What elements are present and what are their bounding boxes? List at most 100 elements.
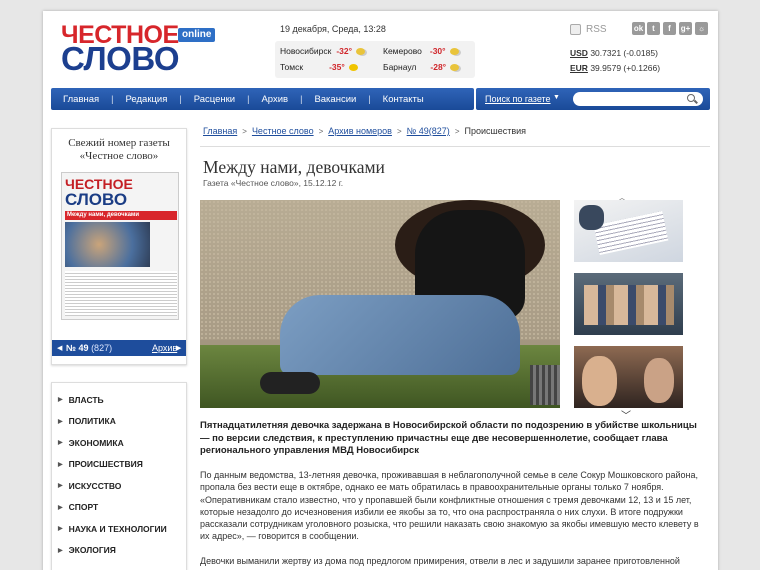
- article-body-continued: Девочки выманили жертву из дома под пред…: [200, 556, 680, 566]
- googleplus-icon[interactable]: g+: [679, 22, 692, 35]
- weather-sun-icon: [348, 63, 358, 71]
- arrow-right-icon: ▶: [58, 504, 63, 511]
- weather-cloud-icon: [450, 63, 460, 71]
- arrow-right-icon: ▶: [58, 526, 63, 533]
- prev-issue-icon[interactable]: ◀: [57, 344, 62, 352]
- currency-value: 30.7321 (-0.0185): [590, 48, 658, 58]
- gallery-thumbnail[interactable]: [574, 273, 683, 335]
- rubric-item[interactable]: ▶ ИСКУССТВО: [52, 475, 186, 497]
- next-issue-icon[interactable]: ▶: [176, 344, 181, 352]
- weather-item: Томск -35°: [280, 62, 358, 72]
- nav-item-contacts[interactable]: Контакты: [371, 94, 436, 105]
- cover-headline: Между нами, девочками: [65, 211, 177, 220]
- currency-code[interactable]: USD: [570, 48, 588, 58]
- issue-cover-image[interactable]: ЧЕСТНОЕ СЛОВО Между нами, девочками: [61, 172, 179, 320]
- arrow-right-icon: ▶: [58, 440, 63, 447]
- nav-item-editorial[interactable]: Редакция: [114, 94, 180, 105]
- rubric-item[interactable]: ▶ ВЛАСТЬ: [52, 389, 186, 411]
- article-body: По данным ведомства, 13-летняя девочка, …: [200, 470, 699, 542]
- issue-number-main: № 49: [66, 343, 89, 353]
- arrow-right-icon: ▶: [58, 461, 63, 468]
- arrow-right-icon: ▶: [58, 483, 63, 490]
- weather-widget: Новосибирск -32° Кемерово -30° Томск -35° Б…: [275, 41, 475, 78]
- rubric-item[interactable]: ▶ ЭКОЛОГИЯ: [52, 540, 186, 562]
- odnoklassniki-icon[interactable]: ok: [632, 22, 645, 35]
- arrow-right-icon: ▶: [58, 397, 63, 404]
- main-nav: Главная | Редакция | Расценки | Архив | Вака…: [51, 88, 474, 110]
- photo-grate: [530, 365, 560, 405]
- weather-temp: -32°: [336, 46, 353, 56]
- rubric-item[interactable]: ▶ НАУКА И ТЕХНОЛОГИИ: [52, 518, 186, 540]
- currency-usd: USD 30.7321 (-0.0185): [570, 48, 658, 58]
- issue-number: № 49 (827): [66, 343, 112, 353]
- latest-issue-widget: Свежий номер газеты «Честное слово» ЧЕСТ…: [51, 128, 187, 365]
- article-title: Между нами, девочками: [203, 157, 385, 177]
- archive-link[interactable]: Архив: [152, 343, 177, 353]
- rss-label: RSS: [586, 24, 607, 35]
- article-main-photo[interactable]: [200, 200, 560, 408]
- rubric-label: НАУКА И ТЕХНОЛОГИИ: [68, 523, 167, 534]
- nav-item-home[interactable]: Главная: [51, 94, 111, 105]
- cover-logo-line2: СЛОВО: [65, 190, 128, 209]
- gallery-thumbnail[interactable]: [574, 346, 683, 408]
- weather-temp: -28°: [430, 62, 447, 72]
- weather-city: Кемерово: [383, 46, 422, 56]
- currency-eur: EUR 39.9579 (+0.1266): [570, 63, 660, 73]
- weather-item: Кемерово -30°: [383, 46, 459, 56]
- search-icon[interactable]: [687, 94, 695, 102]
- weather-temp: -30°: [429, 46, 446, 56]
- facebook-icon[interactable]: f: [663, 22, 676, 35]
- rubric-item[interactable]: ▶ ПРОИСШЕСТВИЯ: [52, 454, 186, 476]
- breadcrumb-current: Происшествия: [464, 126, 527, 136]
- breadcrumb-separator: >: [454, 126, 460, 136]
- issue-number-total: (827): [91, 343, 113, 353]
- breadcrumb: Главная > Честное слово > Архив номеров > №…: [203, 126, 526, 136]
- rss-link[interactable]: RSS: [570, 24, 607, 35]
- weather-cloud-icon: [449, 47, 459, 55]
- arrow-right-icon: ▶: [58, 418, 63, 425]
- rubric-label: ЭКОЛОГИЯ: [68, 545, 116, 556]
- photo-shoe: [260, 372, 320, 394]
- breadcrumb-archive[interactable]: Архив номеров: [328, 126, 392, 136]
- weather-city: Барнаул: [383, 62, 417, 72]
- rubrics-list: ▶ ВЛАСТЬ ▶ ПОЛИТИКА ▶ ЭКОНОМИКА ▶ ПРОИСШЕСТВ…: [51, 382, 187, 570]
- breadcrumb-section[interactable]: Честное слово: [252, 126, 314, 136]
- article-meta: Газета «Честное слово», 15.12.12 г.: [203, 178, 344, 188]
- nav-item-archive[interactable]: Архив: [249, 94, 300, 105]
- site-logo[interactable]: ЧЕСТНОЕ СЛОВО online: [61, 23, 216, 75]
- rubric-label: ПОЛИТИКА: [68, 416, 116, 427]
- cover-text-block: [65, 271, 177, 316]
- rubric-item[interactable]: ▶ СПОРТ: [52, 497, 186, 519]
- breadcrumb-separator: >: [318, 126, 324, 136]
- breadcrumb-separator: >: [396, 126, 402, 136]
- arrow-right-icon: ▶: [58, 547, 63, 554]
- breadcrumb-home[interactable]: Главная: [203, 126, 237, 136]
- chevron-down-icon[interactable]: ▼: [553, 94, 560, 101]
- currency-code[interactable]: EUR: [570, 63, 588, 73]
- cover-photo: [65, 222, 150, 267]
- rss-icon: [570, 24, 581, 35]
- rubric-item[interactable]: ▶ ЭКОНОМИКА: [52, 432, 186, 454]
- weather-city: Новосибирск: [280, 46, 332, 56]
- rubric-label: ЭКОНОМИКА: [68, 437, 124, 448]
- divider: [200, 146, 710, 147]
- vk-icon[interactable]: ☼: [695, 22, 708, 35]
- search-bar: Поиск по газете ▼: [476, 88, 710, 110]
- rubric-label: ВЛАСТЬ: [68, 394, 104, 405]
- weather-item: Новосибирск -32°: [280, 46, 366, 56]
- rubric-item[interactable]: ▶ ПОЛИТИКА: [52, 411, 186, 433]
- logo-online-badge: online: [178, 28, 216, 42]
- rubric-label: ПРОИСШЕСТВИЯ: [68, 459, 143, 470]
- issue-bar: ◀ № 49 (827) Архив ▶: [52, 340, 186, 356]
- nav-item-vacancies[interactable]: Вакансии: [302, 94, 368, 105]
- search-input[interactable]: [573, 92, 703, 106]
- gallery-thumbnail[interactable]: [574, 200, 683, 262]
- weather-item: Барнаул -28°: [383, 62, 460, 72]
- search-scope-dropdown[interactable]: Поиск по газете: [485, 94, 551, 104]
- issue-caption: Свежий номер газеты «Честное слово»: [68, 137, 170, 162]
- photo-jeans: [280, 295, 520, 375]
- nav-item-prices[interactable]: Расценки: [182, 94, 247, 105]
- twitter-icon[interactable]: t: [647, 22, 660, 35]
- breadcrumb-separator: >: [242, 126, 247, 136]
- breadcrumb-issue[interactable]: № 49(827): [407, 126, 450, 136]
